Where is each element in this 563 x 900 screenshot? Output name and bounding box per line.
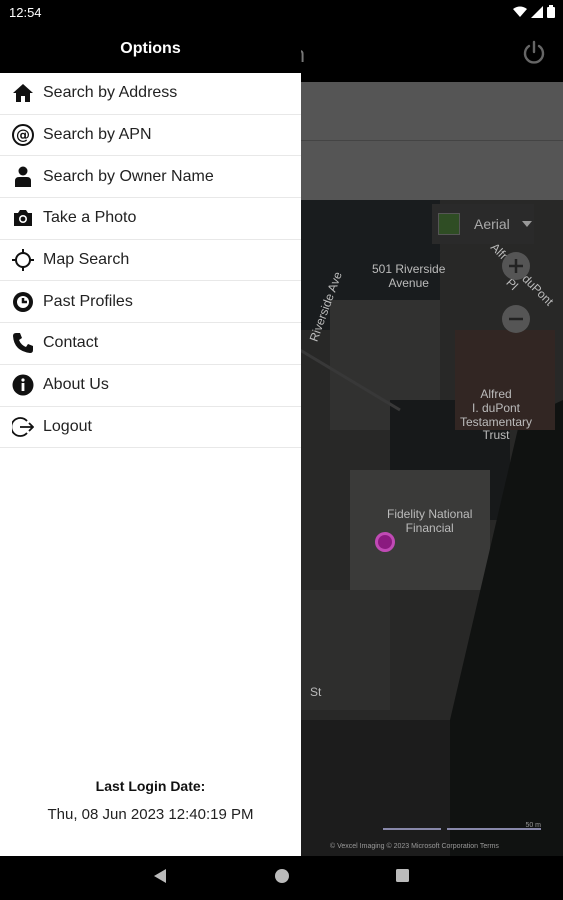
home-circle-icon [275, 869, 289, 883]
info-icon [11, 373, 35, 397]
phone-icon [11, 331, 35, 355]
back-button[interactable] [153, 868, 167, 889]
status-time: 12:54 [9, 5, 42, 20]
menu-item-logout[interactable]: Logout [0, 407, 301, 449]
zoom-out-button[interactable] [502, 305, 530, 333]
power-button[interactable] [521, 40, 547, 71]
power-icon [523, 40, 545, 64]
last-login-label: Last Login Date: [95, 778, 206, 794]
map-road-label-3: St [310, 685, 322, 699]
svg-text:@: @ [16, 128, 30, 144]
last-login-block: Last Login Date: Thu, 08 Jun 2023 12:40:… [0, 778, 301, 823]
recents-button[interactable] [395, 868, 410, 888]
menu-item-label: About Us [43, 376, 109, 394]
status-bar: 12:54 [0, 0, 563, 26]
menu-item-label: Map Search [43, 251, 130, 269]
recents-square-icon [396, 869, 409, 882]
menu-item-label: Take a Photo [43, 209, 137, 227]
drawer-title: Options [0, 26, 301, 73]
menu-item-search-by-apn[interactable]: @ Search by APN [0, 115, 301, 157]
home-icon [11, 81, 35, 105]
at-sign-icon: @ [11, 123, 35, 147]
menu-item-label: Past Profiles [43, 292, 133, 310]
menu-item-search-by-owner-name[interactable]: Search by Owner Name [0, 156, 301, 199]
plus-icon [509, 259, 523, 273]
last-login-value: Thu, 08 Jun 2023 12:40:19 PM [47, 806, 254, 823]
signal-icon [531, 5, 543, 18]
menu-item-label: Contact [43, 334, 99, 352]
menu-item-label: Logout [43, 417, 92, 435]
map-layer-selector[interactable]: Aerial [432, 204, 534, 244]
menu-item-about-us[interactable]: About Us [0, 365, 301, 407]
map-scale-label: 50 m [525, 822, 541, 829]
home-button[interactable] [274, 868, 290, 889]
map-label-riverside: 501 Riverside Avenue [372, 262, 446, 290]
menu-item-search-by-address[interactable]: Search by Address [0, 73, 301, 115]
menu-item-contact[interactable]: Contact [0, 323, 301, 365]
menu-item-label: Search by Owner Name [43, 167, 214, 185]
minus-icon [509, 317, 523, 321]
navigation-drawer: Options Search by Address @ Search by AP… [0, 26, 301, 856]
zoom-in-button[interactable] [502, 252, 530, 280]
back-triangle-icon [154, 869, 166, 883]
menu-item-label: Search by APN [43, 126, 152, 144]
location-pin[interactable] [375, 532, 395, 552]
status-icons [513, 5, 555, 18]
map-label-alfred: Alfred I. duPont Testamentary Trust [460, 387, 533, 443]
wifi-icon [513, 6, 527, 17]
logout-icon [11, 415, 35, 439]
aerial-thumbnail [438, 213, 460, 235]
person-icon [11, 165, 35, 189]
history-icon [11, 290, 35, 314]
menu-item-take-a-photo[interactable]: Take a Photo [0, 198, 301, 240]
battery-icon [547, 5, 555, 18]
menu-item-label: Search by Address [43, 84, 178, 102]
map-label-fidelity: Fidelity National Financial [387, 507, 473, 535]
chevron-down-icon [521, 221, 532, 227]
system-navigation-bar [0, 856, 563, 900]
menu-item-past-profiles[interactable]: Past Profiles [0, 281, 301, 324]
map-copyright: © Vexcel Imaging © 2023 Microsoft Corpor… [330, 843, 499, 850]
map-scale-bar-1 [383, 822, 441, 830]
map-scale-bar-2: 50 m [447, 822, 541, 830]
camera-icon [11, 206, 35, 230]
menu-item-map-search[interactable]: Map Search [0, 240, 301, 282]
map-layer-label: Aerial [474, 216, 510, 232]
crosshair-icon [11, 248, 35, 272]
